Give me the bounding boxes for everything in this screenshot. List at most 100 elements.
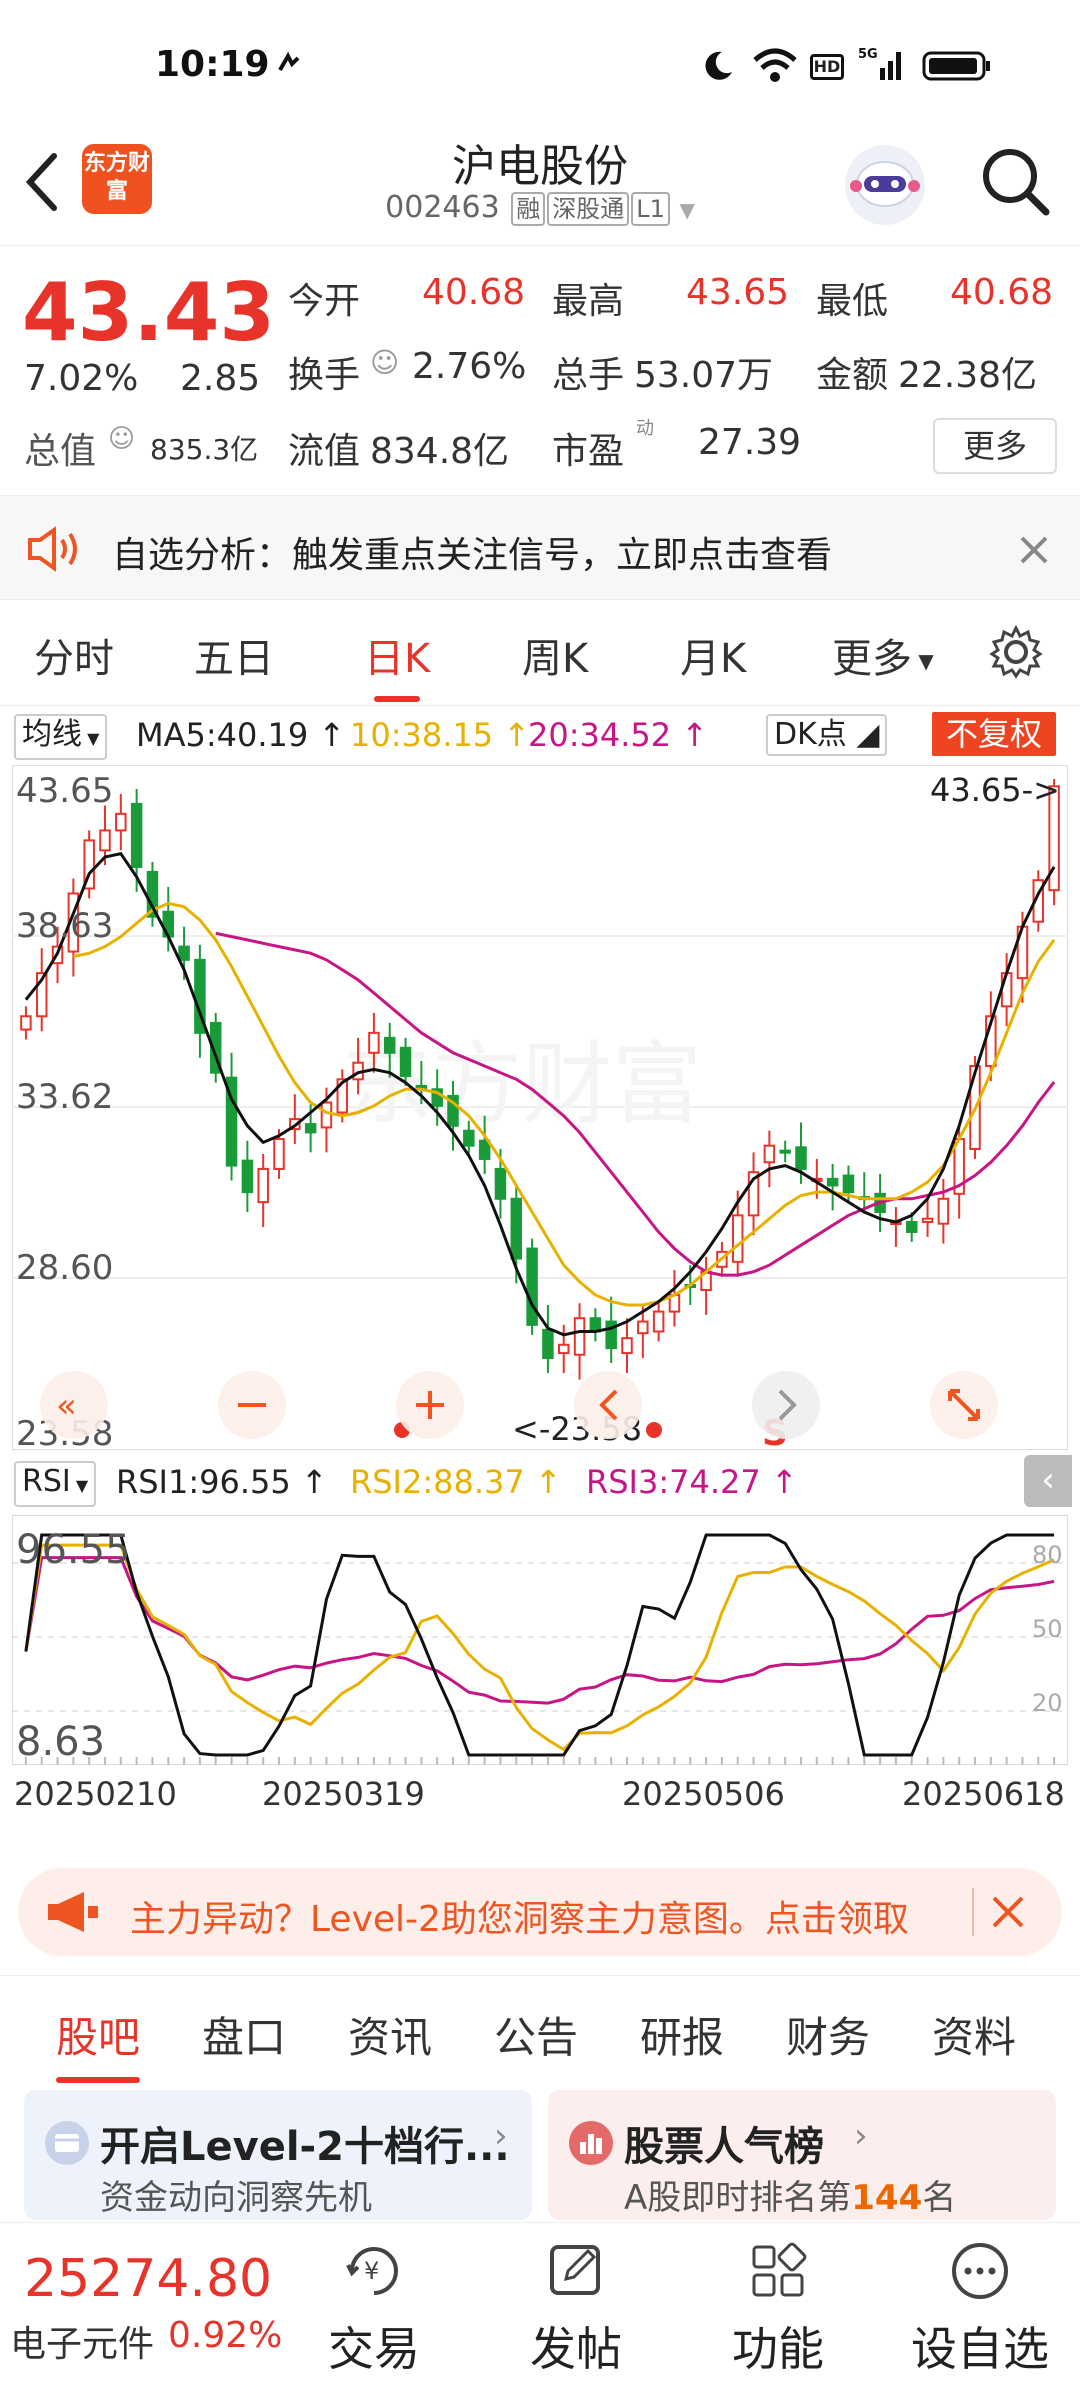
level2-promo-banner[interactable]: 主力异动？Level-2助您洞察主力意图。点击领取 [18,1868,1062,1956]
level2-card[interactable]: 开启Level-2十档行... 资金动向洞察先机 › [24,2090,532,2220]
search-icon[interactable] [976,142,1056,222]
content-tabs: 股吧 盘口 资讯 公告 研报 财务 资料 [0,1975,1080,2083]
settings-gear-icon[interactable] [988,624,1044,680]
prev-button[interactable] [574,1371,642,1439]
candle [557,1343,570,1355]
candle [20,1015,32,1031]
nav-post[interactable]: 发帖 [496,2239,656,2379]
candle [731,1214,744,1263]
current-price: 43.43 [22,266,276,359]
adjust-button[interactable]: 不复权 [932,712,1057,756]
tab-weekly-k[interactable]: 周K [522,626,588,684]
high-value: 43.65 [686,272,790,313]
rsi-top-label: 96.55 [16,1527,131,1573]
tag-level: L1 [631,192,670,226]
nav-add-watchlist[interactable]: 设自选 [900,2239,1060,2379]
tab-news[interactable]: 资讯 [348,2004,432,2065]
date-axis: 20250210 20250319 20250506 20250618 [12,1775,1068,1815]
candle [621,1337,633,1355]
nav-add-watchlist-label: 设自选 [911,2322,1049,2376]
wallet-icon [45,2121,89,2165]
ma-selector[interactable]: 均线 ▼ [14,714,108,760]
hd-icon: HD [810,54,844,80]
wifi-icon [753,48,797,82]
close-icon[interactable] [1018,534,1050,566]
robot-assistant-icon[interactable] [842,142,928,228]
caret-down-icon: ▼ [912,649,934,673]
level-80-label: 80 [1032,1541,1063,1569]
grid-apps-icon [752,2242,807,2297]
candle [115,812,127,832]
rsi3-text: RSI3:74.27 [586,1463,761,1501]
tab-guba[interactable]: 股吧 [56,2004,141,2083]
rsi-legend-row: RSI ▼ RSI1:96.55 ↑ RSI2:88.37 ↑ RSI3:74.… [0,1455,1080,1510]
signal-icon: 5G [858,47,901,80]
candle [652,1310,665,1333]
next-button[interactable] [752,1371,820,1439]
banner-text: 主力异动？Level-2助您洞察主力意图。点击领取 [130,1899,909,1940]
chevron-right-icon: › [494,2116,508,2156]
rsi-chart[interactable]: 96.55 8.63 80 50 20 [12,1515,1068,1765]
candle [478,1139,491,1160]
tab-minute[interactable]: 分时 [34,626,114,684]
rsi1-value: RSI1:96.55 ↑ [116,1463,328,1501]
candle [368,1031,380,1054]
ma-legend-row: 均线 ▼ MA5:40.19 ↑ 10:38.15 ↑ 20:34.52 ↑ D… [0,706,1080,762]
y-label-top: 43.65 [16,771,113,811]
pe-sup: 动 [636,418,654,439]
bottom-nav: 25274.80 电子元件 0.92% ¥ 交易 发帖 功能 设自选 [0,2222,1080,2400]
candle [937,1197,950,1225]
info-icon[interactable]: ☺ [370,346,399,379]
ma5-text: MA5:40.19 [136,716,309,754]
info-icon[interactable]: ☺ [108,424,135,454]
more-button[interactable]: 更多 [933,418,1057,474]
svg-text:5G: 5G [858,47,878,62]
chevron-right-icon: › [854,2116,868,2156]
popularity-card[interactable]: 股票人气榜 A股即时排名第144名 › [548,2090,1056,2220]
close-icon[interactable] [990,1894,1026,1930]
card-title: 开启Level-2十档行... [100,2124,510,2170]
candle [130,802,143,868]
tab-more[interactable]: 更多 ▼ [832,626,934,684]
turnover-label: 换手 [288,355,361,396]
dropdown-icon[interactable]: ▼ [679,198,694,222]
dk-point-button[interactable]: DK点 ◢ [766,714,888,756]
candle [779,1149,791,1154]
nav-functions[interactable]: 功能 [698,2239,858,2379]
collapse-panel-button[interactable]: ‹ [1024,1455,1072,1507]
status-bar: 10:19 HD 5G [0,0,1080,130]
nav-trade-label: 交易 [328,2322,420,2376]
tab-profile[interactable]: 资料 [932,2004,1016,2065]
level-20-label: 20 [1032,1689,1063,1717]
tab-announcements[interactable]: 公告 [494,2004,578,2065]
kline-chart[interactable]: 东方财富 43.65 38.63 33.62 28.60 23.58 43.65… [12,765,1068,1450]
index-value[interactable]: 25274.80 [24,2249,272,2309]
card-subtitle: 资金动向洞察先机 [100,2178,372,2218]
indicator-selector[interactable]: RSI ▼ [14,1461,97,1507]
ma20-text: 20:34.52 [528,716,672,754]
tab-financials[interactable]: 财务 [786,2004,870,2065]
tab-monthly-k[interactable]: 月K [680,626,746,684]
rsi2-text: RSI2:88.37 [350,1463,525,1501]
candle [526,1247,538,1326]
rsi-bottom-label: 8.63 [16,1719,105,1765]
amount-value: 22.38亿 [898,355,1038,396]
candle [637,1320,649,1335]
tab-five-day[interactable]: 五日 [194,626,274,684]
y-label-3: 33.62 [16,1077,113,1117]
notice-bar[interactable]: 自选分析：触发重点关注信号，立即点击查看 [0,495,1080,600]
tab-order-book[interactable]: 盘口 [202,2004,286,2065]
ranking-chart-icon [569,2121,613,2165]
signal-dot [646,1422,662,1438]
battery-icon [922,51,990,81]
tab-research[interactable]: 研报 [640,2004,724,2065]
speaker-icon [28,526,77,572]
dk-label: DK点 [774,717,847,752]
notice-text: 自选分析：触发重点关注信号，立即点击查看 [112,535,833,576]
nav-functions-label: 功能 [732,2322,824,2376]
tab-daily-k[interactable]: 日K [364,626,430,702]
volume-value: 53.07万 [634,355,774,396]
notification-icon [278,52,300,71]
nav-trade[interactable]: ¥ 交易 [294,2239,454,2379]
candle [573,1317,586,1356]
